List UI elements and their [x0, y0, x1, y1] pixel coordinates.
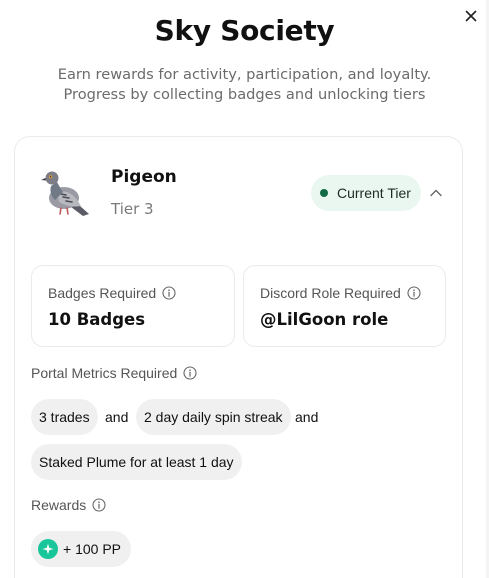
tier-card: Pigeon Tier 3 Current Tier Badges Requir…	[14, 136, 463, 578]
pigeon-icon	[37, 164, 93, 220]
portal-metrics-label: Portal Metrics Required	[31, 365, 178, 381]
rewards-label: Rewards	[31, 497, 87, 513]
metric-connector: and	[295, 409, 319, 425]
sky-society-modal: Sky Society Earn rewards for activity, p…	[0, 0, 489, 578]
discord-role-value: @LilGoon role	[260, 310, 389, 329]
badges-required-box: Badges Required 10 Badges	[31, 265, 235, 347]
status-dot-icon	[320, 189, 328, 197]
rewards-label-row: Rewards	[31, 497, 106, 513]
plume-points-icon	[38, 539, 58, 559]
subtitle-line-1: Earn rewards for activity, participation…	[57, 66, 432, 83]
tier-name: Pigeon	[111, 167, 177, 187]
info-icon[interactable]	[162, 286, 176, 300]
badges-required-label: Badges Required	[48, 285, 157, 301]
chevron-up-icon	[430, 189, 442, 197]
info-icon[interactable]	[407, 286, 421, 300]
metric-pill: 2 day daily spin streak	[136, 399, 291, 435]
info-icon[interactable]	[183, 366, 197, 380]
tier-level: Tier 3	[111, 200, 154, 218]
current-tier-badge: Current Tier	[311, 175, 421, 211]
reward-amount: + 100 PP	[63, 541, 121, 557]
subtitle-line-2: Progress by collecting badges and unlock…	[63, 86, 426, 103]
discord-role-label-row: Discord Role Required	[260, 285, 421, 301]
page-title: Sky Society	[154, 14, 335, 47]
metric-pill: 3 trades	[31, 399, 98, 435]
current-tier-label: Current Tier	[337, 185, 411, 201]
page-subtitle: Earn rewards for activity, participation…	[0, 65, 489, 105]
discord-role-box: Discord Role Required @LilGoon role	[243, 265, 446, 347]
metric-connector: and	[105, 409, 129, 425]
reward-pill: + 100 PP	[31, 531, 131, 567]
collapse-button[interactable]	[428, 185, 444, 201]
portal-metrics-label-row: Portal Metrics Required	[31, 365, 197, 381]
badges-required-label-row: Badges Required	[48, 285, 176, 301]
metric-pill: Staked Plume for at least 1 day	[31, 444, 242, 480]
badges-required-value: 10 Badges	[48, 310, 146, 329]
discord-role-label: Discord Role Required	[260, 285, 401, 301]
info-icon[interactable]	[92, 498, 106, 512]
